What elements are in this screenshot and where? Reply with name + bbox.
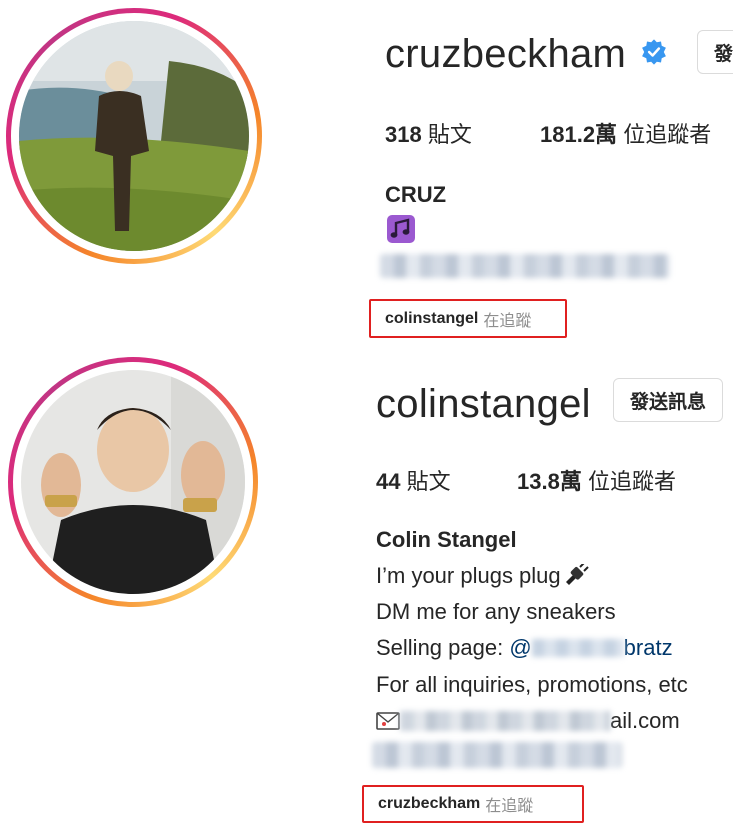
blurred-bio-text xyxy=(380,254,670,278)
message-button[interactable]: 發 xyxy=(697,30,733,74)
profile-full-name: CRUZ xyxy=(385,182,447,207)
profile-avatar-colinstangel xyxy=(21,370,245,594)
profile-avatar-ring[interactable] xyxy=(6,8,262,264)
music-notes-icon xyxy=(387,215,415,243)
profile-username: colinstangel xyxy=(376,382,591,426)
followers-stat[interactable]: 181.2萬 位追蹤者 xyxy=(540,117,711,149)
profile-full-name: Colin Stangel xyxy=(376,527,517,552)
bio-line: For all inquiries, promotions, etc xyxy=(376,672,688,697)
bio-line: ail.com xyxy=(376,708,680,734)
followers-stat[interactable]: 13.8萬 位追蹤者 xyxy=(517,464,676,496)
bio-line: Selling page: @ bratz xyxy=(376,635,673,660)
envelope-icon xyxy=(376,712,400,730)
selling-page-link[interactable]: @ bratz xyxy=(509,635,672,660)
message-button[interactable]: 發送訊息 xyxy=(613,378,724,422)
posts-stat[interactable]: 44 貼文 xyxy=(376,464,451,496)
followed-by-highlight[interactable]: colinstangel 在追蹤 xyxy=(369,299,567,338)
followed-by-highlight[interactable]: cruzbeckham 在追蹤 xyxy=(362,785,584,823)
bio-line: DM me for any sneakers xyxy=(376,599,616,624)
plug-icon xyxy=(565,564,589,585)
bio-line: I’m your plugs plug xyxy=(376,563,589,589)
verified-badge-icon xyxy=(642,39,666,65)
profile-avatar-cruzbeckham xyxy=(19,21,249,251)
posts-stat[interactable]: 318 貼文 xyxy=(385,117,472,149)
blurred-bio-text xyxy=(372,742,622,768)
profile-username: cruzbeckham xyxy=(385,32,627,76)
profile-avatar-ring[interactable] xyxy=(8,357,258,607)
